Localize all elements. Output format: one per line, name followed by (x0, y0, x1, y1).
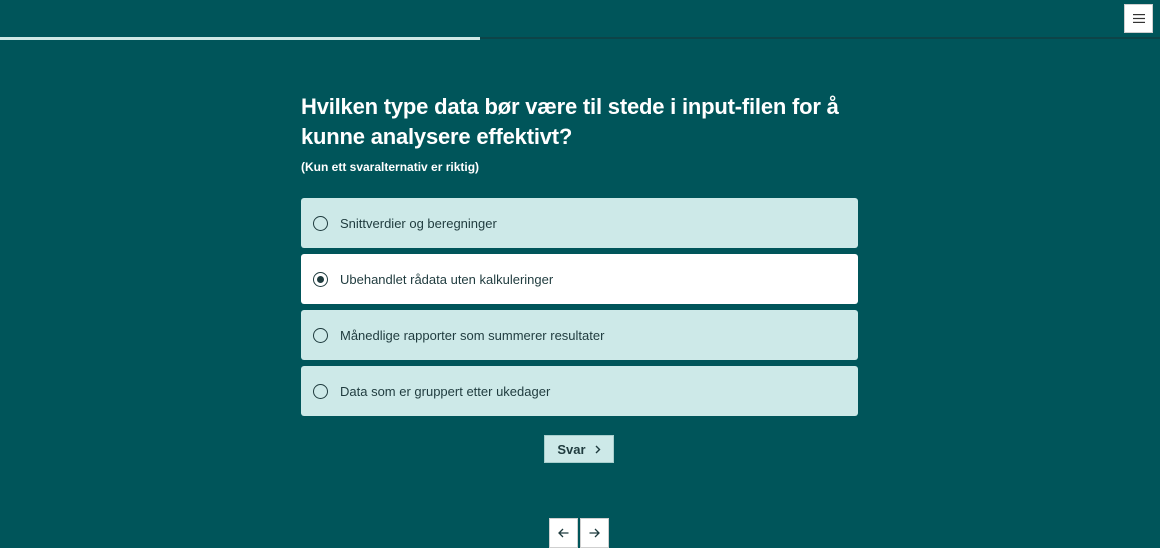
question-hint: (Kun ett svaralternativ er riktig) (301, 160, 480, 174)
answer-option[interactable]: Data som er gruppert etter ukedager (301, 366, 858, 416)
submit-button-label: Svar (557, 441, 586, 457)
progress-bar (0, 37, 1160, 40)
question-title: Hvilken type data bør være til stede i i… (301, 94, 839, 149)
answer-option[interactable]: Snittverdier og beregninger (301, 198, 858, 248)
radio-button[interactable] (313, 383, 328, 399)
radio-button[interactable] (313, 271, 328, 287)
answer-option[interactable]: Månedlige rapporter som summerer resulta… (301, 310, 858, 360)
radio-dot (317, 275, 324, 283)
submit-answer-button[interactable]: Svar (544, 435, 614, 463)
hamburger-menu-icon (1132, 14, 1145, 23)
menu-button[interactable] (1124, 4, 1153, 33)
radio-button[interactable] (313, 327, 328, 343)
chevron-right-icon (595, 445, 601, 454)
radio-button[interactable] (313, 215, 328, 231)
answer-option-label: Ubehandlet rådata uten kalkuleringer (340, 271, 554, 287)
previous-question-button[interactable] (549, 518, 578, 548)
answer-option-label: Snittverdier og beregninger (340, 215, 497, 231)
progress-bar-fill (0, 37, 481, 40)
answer-option[interactable]: Ubehandlet rådata uten kalkuleringer (301, 254, 858, 304)
arrow-left-icon (558, 528, 569, 538)
next-question-button[interactable] (580, 518, 609, 548)
arrow-right-icon (589, 528, 600, 538)
answer-option-label: Månedlige rapporter som summerer resulta… (340, 327, 605, 343)
answer-options: Snittverdier og beregninger Ubehandlet r… (301, 198, 858, 422)
answer-option-label: Data som er gruppert etter ukedager (340, 383, 551, 399)
